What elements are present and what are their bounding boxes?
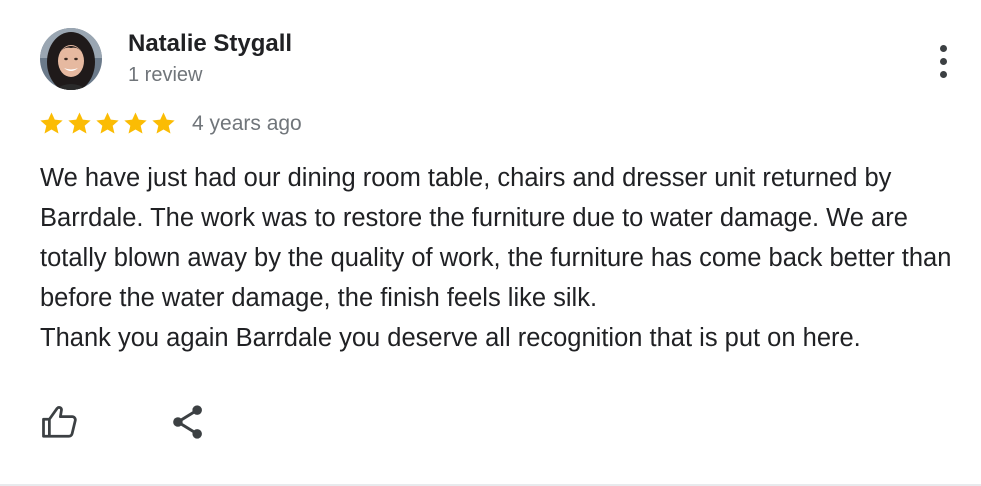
- share-button[interactable]: [166, 400, 210, 444]
- review-text: We have just had our dining room table, …: [40, 158, 975, 358]
- review-count[interactable]: 1 review: [128, 64, 202, 87]
- star-filled-icon: [96, 112, 119, 134]
- review-date: 4 years ago: [192, 112, 302, 135]
- more-vert-icon-dot: [939, 70, 947, 78]
- more-vert-icon: [939, 44, 947, 52]
- star-filled-icon: [124, 112, 147, 134]
- avatar[interactable]: [40, 28, 102, 90]
- more-options-button[interactable]: [926, 40, 960, 82]
- share-icon: [173, 405, 202, 439]
- more-vert-icon-dot: [939, 57, 947, 65]
- review-paragraph: Thank you again Barrdale you deserve all…: [40, 324, 861, 352]
- thumbs-up-icon: [42, 406, 77, 438]
- star-filled-icon: [68, 112, 91, 134]
- reviewer-name[interactable]: Natalie Stygall: [128, 30, 292, 58]
- star-filled-icon: [40, 112, 63, 134]
- like-button[interactable]: [38, 400, 82, 444]
- star-rating: [38, 110, 177, 137]
- star-filled-icon: [152, 112, 175, 134]
- profile-photo-icon: [40, 28, 102, 90]
- review-paragraph: We have just had our dining room table, …: [40, 164, 952, 312]
